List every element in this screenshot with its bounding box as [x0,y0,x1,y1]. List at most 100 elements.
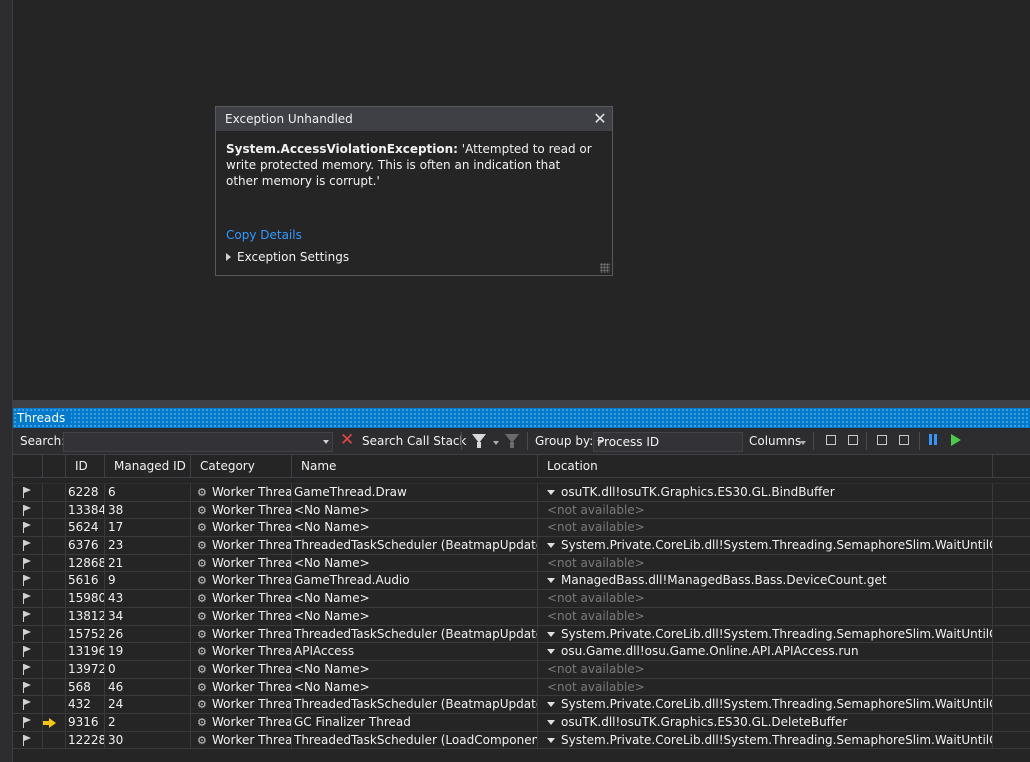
location-cell[interactable]: osuTK.dll!osuTK.Graphics.ES30.GL.DeleteB… [538,713,993,731]
search-call-stack-icon[interactable]: ✕ [340,432,355,449]
flag-icon[interactable] [23,716,32,728]
flag-cell[interactable] [13,484,43,501]
flag-icon[interactable] [23,610,32,622]
flag-cell[interactable] [13,590,43,608]
flag-cell[interactable] [13,696,43,714]
chevron-down-icon[interactable] [547,578,555,584]
chevron-down-icon[interactable] [547,543,555,549]
chevron-down-icon[interactable] [547,719,555,725]
category-column-header[interactable]: Category [191,455,292,477]
location-cell[interactable]: System.Private.CoreLib.dll!System.Thread… [538,537,993,555]
flag-cell[interactable] [13,678,43,696]
table-row[interactable]: 5624 17 ⚙ Worker Thread <No Name> <not availa… [13,519,1030,538]
threads-panel-header[interactable]: Threads [13,408,1030,428]
location-column-header[interactable]: Location [538,455,993,477]
flag-cell[interactable] [13,607,43,625]
columns-button[interactable]: Columns [749,434,801,448]
location-cell[interactable]: ManagedBass.dll!ManagedBass.Bass.DeviceC… [538,572,993,590]
location-cell[interactable]: System.Private.CoreLib.dll!System.Thread… [538,731,993,749]
flag-icon[interactable] [23,487,32,498]
table-row[interactable]: 9316 2 ⚙ Worker Thread GC Finalizer Thread os… [13,713,1030,732]
flag-cell[interactable] [13,731,43,749]
panel-splitter[interactable] [13,400,1030,408]
filter-disabled-icon[interactable] [505,434,519,448]
flag-column-header[interactable] [13,455,43,477]
chevron-down-icon[interactable] [547,490,555,495]
flag-icon[interactable] [23,522,32,534]
copy-details-link[interactable]: Copy Details [226,228,302,242]
collapse-groups-icon[interactable] [848,435,858,445]
freeze-threads-icon[interactable] [877,435,887,445]
table-row[interactable]: 6228 6 ⚙ Worker Thread GameThread.Draw osuTK.… [13,484,1030,502]
table-row[interactable]: 15752 26 ⚙ Worker Thread ThreadedTaskSchedul… [13,625,1030,644]
location-cell[interactable]: <not available> [538,501,993,519]
chevron-down-icon[interactable] [547,649,555,655]
thaw-threads-icon[interactable] [899,435,909,445]
flag-icon[interactable] [23,575,32,587]
managed-id-column-header[interactable]: Managed ID [105,455,191,477]
chevron-down-icon[interactable] [547,702,555,708]
table-row[interactable]: 432 24 ⚙ Worker Thread ThreadedTaskScheduler… [13,696,1030,714]
location-cell[interactable]: osuTK.dll!osuTK.Graphics.ES30.GL.BindBuf… [538,484,993,501]
flag-icon[interactable] [23,593,32,605]
location-text: <not available> [547,520,645,535]
group-by-dropdown-icon[interactable] [597,440,603,444]
flag-icon[interactable] [23,681,32,693]
location-cell[interactable]: <not available> [538,607,993,625]
search-input[interactable] [63,432,333,452]
flag-cell[interactable] [13,572,43,590]
table-row[interactable]: 5616 9 ⚙ Worker Thread GameThread.Audio Manag… [13,572,1030,591]
table-row[interactable]: 13812 34 ⚙ Worker Thread <No Name> <not avail… [13,607,1030,626]
table-row[interactable]: 13972 0 ⚙ Worker Thread <No Name> <not availa… [13,660,1030,679]
name-column-header[interactable]: Name [292,455,538,477]
table-row[interactable]: 13196 19 ⚙ Worker Thread APIAccess osu.Game.d… [13,643,1030,661]
flag-icon[interactable] [23,646,32,658]
location-cell[interactable]: <not available> [538,554,993,572]
table-row[interactable]: 568 46 ⚙ Worker Thread <No Name> <not availab… [13,678,1030,697]
flag-cell[interactable] [13,537,43,555]
chevron-down-icon[interactable] [547,631,555,637]
search-dropdown-icon[interactable] [323,440,329,444]
exception-settings-toggle[interactable]: Exception Settings [226,250,349,264]
table-row[interactable]: 6376 23 ⚙ Worker Thread ThreadedTaskSchedule… [13,537,1030,555]
flag-cell[interactable] [13,643,43,661]
flag-cell[interactable] [13,713,43,731]
table-row[interactable]: 15980 43 ⚙ Worker Thread <No Name> <not avail… [13,590,1030,608]
location-cell[interactable]: <not available> [538,660,993,678]
resize-grip-icon[interactable] [600,263,610,273]
table-row[interactable]: 13384 38 ⚙ Worker Thread <No Name> <not avail… [13,501,1030,520]
group-by-select[interactable]: Process ID [593,432,743,452]
flag-icon[interactable] [23,628,32,640]
flag-icon[interactable] [23,699,32,711]
chevron-down-icon[interactable] [547,737,555,743]
filter-dropdown-icon[interactable] [493,441,499,445]
play-icon[interactable] [951,434,961,446]
table-row[interactable]: 12868 21 ⚙ Worker Thread <No Name> <not avail… [13,554,1030,573]
table-row[interactable]: 12228 30 ⚙ Worker Thread ThreadedTaskSchedul… [13,731,1030,750]
location-cell[interactable]: System.Private.CoreLib.dll!System.Thread… [538,696,993,714]
flag-cell[interactable] [13,519,43,537]
expand-groups-icon[interactable] [826,435,836,445]
location-cell[interactable]: <not available> [538,519,993,537]
location-cell[interactable]: <not available> [538,678,993,696]
flag-icon[interactable] [23,540,32,552]
location-cell[interactable]: osu.Game.dll!osu.Game.Online.API.APIAcce… [538,643,993,661]
columns-dropdown-icon[interactable] [800,441,806,445]
location-cell[interactable]: System.Private.CoreLib.dll!System.Thread… [538,625,993,643]
pause-icon[interactable] [929,434,932,445]
filter-icon[interactable] [472,434,486,448]
close-icon[interactable]: ✕ [590,107,610,131]
flag-cell[interactable] [13,660,43,678]
flag-icon[interactable] [23,734,32,746]
search-call-stack-button[interactable]: Search Call Stack [362,434,466,448]
id-column-header[interactable]: ID [66,455,105,477]
flag-icon[interactable] [23,663,32,675]
flag-cell[interactable] [13,625,43,643]
flag-icon[interactable] [23,557,32,569]
current-thread-cell [43,519,66,537]
flag-cell[interactable] [13,501,43,519]
location-cell[interactable]: <not available> [538,590,993,608]
arrow-column-header[interactable] [43,455,66,477]
flag-cell[interactable] [13,554,43,572]
flag-icon[interactable] [23,504,32,516]
